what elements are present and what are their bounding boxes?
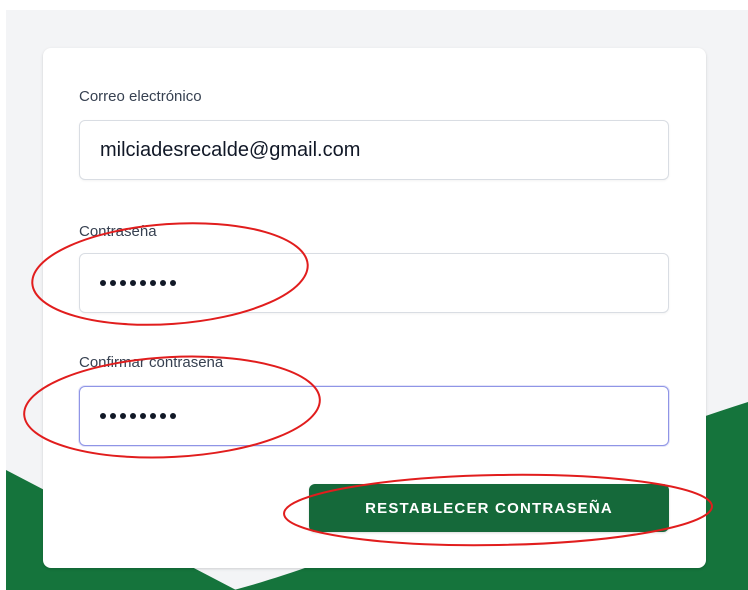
password-dot: [160, 280, 166, 286]
password-dot: [120, 413, 126, 419]
reset-password-card: Correo electrónico milciadesrecalde@gmai…: [43, 48, 706, 568]
password-dot: [150, 280, 156, 286]
password-masked-value: [100, 280, 176, 286]
password-dot: [110, 280, 116, 286]
password-dot: [120, 280, 126, 286]
confirm-password-masked-value: [100, 413, 176, 419]
confirm-password-label: Confirmar contraseña: [79, 354, 224, 371]
email-label: Correo electrónico: [79, 88, 202, 105]
password-dot: [170, 413, 176, 419]
password-dot: [130, 280, 136, 286]
password-dot: [140, 280, 146, 286]
password-dot: [140, 413, 146, 419]
email-input[interactable]: milciadesrecalde@gmail.com: [79, 120, 669, 180]
email-value: milciadesrecalde@gmail.com: [100, 138, 361, 161]
password-dot: [110, 413, 116, 419]
password-dot: [100, 280, 106, 286]
password-dot: [100, 413, 106, 419]
reset-password-button[interactable]: RESTABLECER CONTRASEÑA: [309, 484, 669, 532]
password-dot: [150, 413, 156, 419]
password-dot: [160, 413, 166, 419]
password-dot: [130, 413, 136, 419]
password-dot: [170, 280, 176, 286]
password-input[interactable]: [79, 253, 669, 313]
password-label: Contraseña: [79, 223, 157, 240]
confirm-password-input[interactable]: [79, 386, 669, 446]
